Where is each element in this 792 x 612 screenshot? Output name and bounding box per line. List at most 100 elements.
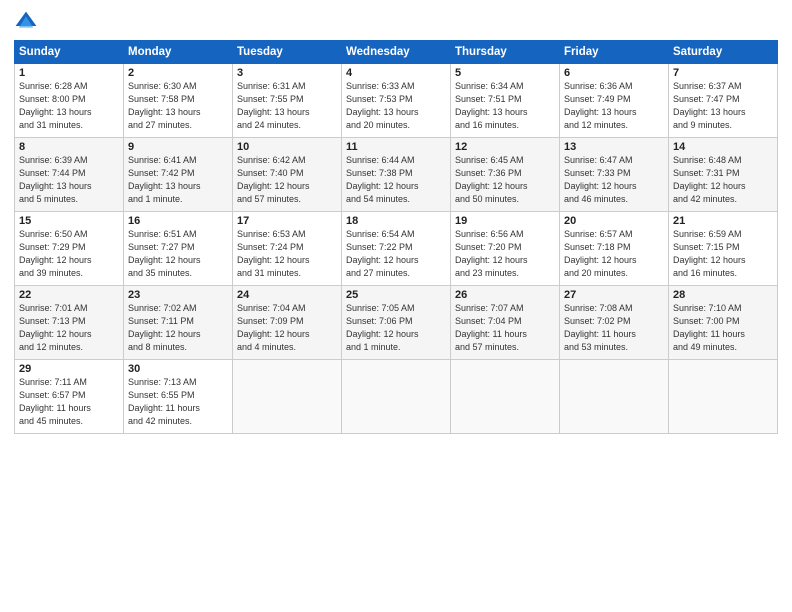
calendar-cell: 18Sunrise: 6:54 AM Sunset: 7:22 PM Dayli… <box>342 212 451 286</box>
calendar-cell: 23Sunrise: 7:02 AM Sunset: 7:11 PM Dayli… <box>124 286 233 360</box>
day-number: 18 <box>346 215 446 227</box>
day-info: Sunrise: 6:44 AM Sunset: 7:38 PM Dayligh… <box>346 154 446 206</box>
day-info: Sunrise: 6:36 AM Sunset: 7:49 PM Dayligh… <box>564 80 664 132</box>
calendar-cell: 20Sunrise: 6:57 AM Sunset: 7:18 PM Dayli… <box>560 212 669 286</box>
day-number: 26 <box>455 289 555 301</box>
calendar-cell: 17Sunrise: 6:53 AM Sunset: 7:24 PM Dayli… <box>233 212 342 286</box>
day-number: 25 <box>346 289 446 301</box>
calendar-cell: 1Sunrise: 6:28 AM Sunset: 8:00 PM Daylig… <box>15 64 124 138</box>
day-info: Sunrise: 6:48 AM Sunset: 7:31 PM Dayligh… <box>673 154 773 206</box>
weekday-header-tuesday: Tuesday <box>233 41 342 64</box>
day-info: Sunrise: 6:50 AM Sunset: 7:29 PM Dayligh… <box>19 228 119 280</box>
calendar-cell: 9Sunrise: 6:41 AM Sunset: 7:42 PM Daylig… <box>124 138 233 212</box>
calendar-cell: 22Sunrise: 7:01 AM Sunset: 7:13 PM Dayli… <box>15 286 124 360</box>
weekday-header-sunday: Sunday <box>15 41 124 64</box>
day-number: 20 <box>564 215 664 227</box>
day-info: Sunrise: 6:47 AM Sunset: 7:33 PM Dayligh… <box>564 154 664 206</box>
calendar-cell: 2Sunrise: 6:30 AM Sunset: 7:58 PM Daylig… <box>124 64 233 138</box>
week-row-2: 15Sunrise: 6:50 AM Sunset: 7:29 PM Dayli… <box>15 212 778 286</box>
calendar-cell: 21Sunrise: 6:59 AM Sunset: 7:15 PM Dayli… <box>669 212 778 286</box>
calendar-cell <box>669 360 778 434</box>
weekday-header-wednesday: Wednesday <box>342 41 451 64</box>
day-info: Sunrise: 6:45 AM Sunset: 7:36 PM Dayligh… <box>455 154 555 206</box>
calendar-cell: 25Sunrise: 7:05 AM Sunset: 7:06 PM Dayli… <box>342 286 451 360</box>
day-info: Sunrise: 6:41 AM Sunset: 7:42 PM Dayligh… <box>128 154 228 206</box>
calendar-cell <box>342 360 451 434</box>
day-number: 4 <box>346 67 446 79</box>
day-info: Sunrise: 7:13 AM Sunset: 6:55 PM Dayligh… <box>128 376 228 428</box>
day-info: Sunrise: 6:33 AM Sunset: 7:53 PM Dayligh… <box>346 80 446 132</box>
day-info: Sunrise: 6:42 AM Sunset: 7:40 PM Dayligh… <box>237 154 337 206</box>
day-number: 24 <box>237 289 337 301</box>
weekday-header-thursday: Thursday <box>451 41 560 64</box>
calendar-cell <box>233 360 342 434</box>
day-info: Sunrise: 6:54 AM Sunset: 7:22 PM Dayligh… <box>346 228 446 280</box>
day-info: Sunrise: 7:08 AM Sunset: 7:02 PM Dayligh… <box>564 302 664 354</box>
day-number: 17 <box>237 215 337 227</box>
day-number: 29 <box>19 363 119 375</box>
day-number: 9 <box>128 141 228 153</box>
calendar-cell: 28Sunrise: 7:10 AM Sunset: 7:00 PM Dayli… <box>669 286 778 360</box>
day-number: 6 <box>564 67 664 79</box>
day-number: 16 <box>128 215 228 227</box>
week-row-1: 8Sunrise: 6:39 AM Sunset: 7:44 PM Daylig… <box>15 138 778 212</box>
day-number: 30 <box>128 363 228 375</box>
day-number: 1 <box>19 67 119 79</box>
day-info: Sunrise: 6:37 AM Sunset: 7:47 PM Dayligh… <box>673 80 773 132</box>
calendar-cell: 29Sunrise: 7:11 AM Sunset: 6:57 PM Dayli… <box>15 360 124 434</box>
header <box>14 10 778 34</box>
day-info: Sunrise: 6:53 AM Sunset: 7:24 PM Dayligh… <box>237 228 337 280</box>
calendar-cell: 3Sunrise: 6:31 AM Sunset: 7:55 PM Daylig… <box>233 64 342 138</box>
day-number: 3 <box>237 67 337 79</box>
week-row-3: 22Sunrise: 7:01 AM Sunset: 7:13 PM Dayli… <box>15 286 778 360</box>
day-number: 13 <box>564 141 664 153</box>
logo <box>14 10 42 34</box>
day-number: 28 <box>673 289 773 301</box>
day-info: Sunrise: 6:51 AM Sunset: 7:27 PM Dayligh… <box>128 228 228 280</box>
day-info: Sunrise: 6:28 AM Sunset: 8:00 PM Dayligh… <box>19 80 119 132</box>
day-info: Sunrise: 6:59 AM Sunset: 7:15 PM Dayligh… <box>673 228 773 280</box>
day-info: Sunrise: 6:31 AM Sunset: 7:55 PM Dayligh… <box>237 80 337 132</box>
logo-icon <box>14 10 38 34</box>
week-row-0: 1Sunrise: 6:28 AM Sunset: 8:00 PM Daylig… <box>15 64 778 138</box>
calendar-cell: 27Sunrise: 7:08 AM Sunset: 7:02 PM Dayli… <box>560 286 669 360</box>
day-number: 14 <box>673 141 773 153</box>
calendar-cell: 6Sunrise: 6:36 AM Sunset: 7:49 PM Daylig… <box>560 64 669 138</box>
calendar-cell: 24Sunrise: 7:04 AM Sunset: 7:09 PM Dayli… <box>233 286 342 360</box>
calendar-cell: 10Sunrise: 6:42 AM Sunset: 7:40 PM Dayli… <box>233 138 342 212</box>
day-number: 10 <box>237 141 337 153</box>
day-number: 12 <box>455 141 555 153</box>
calendar-cell: 11Sunrise: 6:44 AM Sunset: 7:38 PM Dayli… <box>342 138 451 212</box>
weekday-header-row: SundayMondayTuesdayWednesdayThursdayFrid… <box>15 41 778 64</box>
calendar-cell: 26Sunrise: 7:07 AM Sunset: 7:04 PM Dayli… <box>451 286 560 360</box>
day-number: 23 <box>128 289 228 301</box>
calendar-cell: 19Sunrise: 6:56 AM Sunset: 7:20 PM Dayli… <box>451 212 560 286</box>
calendar-cell: 13Sunrise: 6:47 AM Sunset: 7:33 PM Dayli… <box>560 138 669 212</box>
day-number: 8 <box>19 141 119 153</box>
weekday-header-friday: Friday <box>560 41 669 64</box>
calendar-cell: 30Sunrise: 7:13 AM Sunset: 6:55 PM Dayli… <box>124 360 233 434</box>
day-info: Sunrise: 7:11 AM Sunset: 6:57 PM Dayligh… <box>19 376 119 428</box>
day-number: 15 <box>19 215 119 227</box>
day-info: Sunrise: 7:10 AM Sunset: 7:00 PM Dayligh… <box>673 302 773 354</box>
day-info: Sunrise: 6:39 AM Sunset: 7:44 PM Dayligh… <box>19 154 119 206</box>
calendar-cell: 5Sunrise: 6:34 AM Sunset: 7:51 PM Daylig… <box>451 64 560 138</box>
weekday-header-saturday: Saturday <box>669 41 778 64</box>
calendar-cell: 16Sunrise: 6:51 AM Sunset: 7:27 PM Dayli… <box>124 212 233 286</box>
day-number: 11 <box>346 141 446 153</box>
day-number: 22 <box>19 289 119 301</box>
day-info: Sunrise: 7:02 AM Sunset: 7:11 PM Dayligh… <box>128 302 228 354</box>
day-info: Sunrise: 7:05 AM Sunset: 7:06 PM Dayligh… <box>346 302 446 354</box>
day-info: Sunrise: 7:07 AM Sunset: 7:04 PM Dayligh… <box>455 302 555 354</box>
week-row-4: 29Sunrise: 7:11 AM Sunset: 6:57 PM Dayli… <box>15 360 778 434</box>
day-number: 27 <box>564 289 664 301</box>
day-info: Sunrise: 6:56 AM Sunset: 7:20 PM Dayligh… <box>455 228 555 280</box>
day-number: 21 <box>673 215 773 227</box>
day-number: 2 <box>128 67 228 79</box>
day-number: 7 <box>673 67 773 79</box>
day-info: Sunrise: 7:01 AM Sunset: 7:13 PM Dayligh… <box>19 302 119 354</box>
calendar-cell: 4Sunrise: 6:33 AM Sunset: 7:53 PM Daylig… <box>342 64 451 138</box>
page-container: SundayMondayTuesdayWednesdayThursdayFrid… <box>0 0 792 444</box>
day-info: Sunrise: 6:30 AM Sunset: 7:58 PM Dayligh… <box>128 80 228 132</box>
calendar-cell: 14Sunrise: 6:48 AM Sunset: 7:31 PM Dayli… <box>669 138 778 212</box>
